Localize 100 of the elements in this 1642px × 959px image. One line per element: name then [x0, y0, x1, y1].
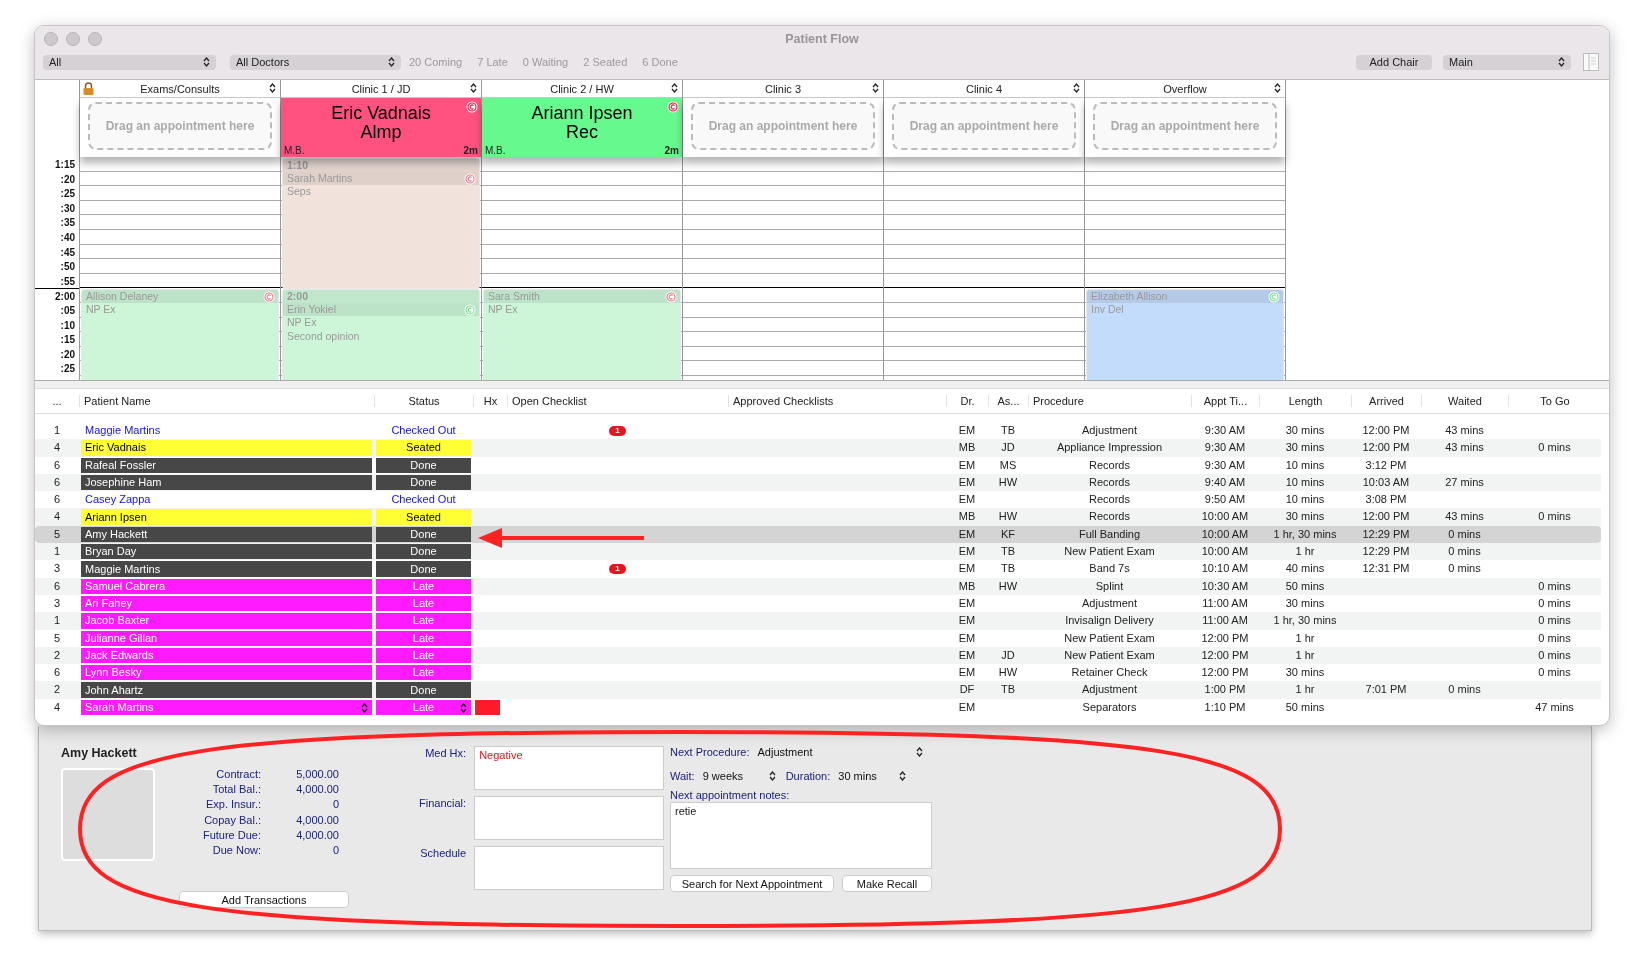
search-button[interactable]: Search for Next Appointment [670, 875, 834, 892]
notes-field[interactable]: retie [670, 802, 932, 869]
table-cell: 3:12 PM [1365, 458, 1407, 471]
window-control-button[interactable] [88, 32, 102, 46]
dropdown[interactable]: 30 mins [838, 770, 907, 782]
row-number: 6 [52, 665, 62, 681]
doctor-initials: M.B. [284, 145, 305, 156]
patient-name-cell[interactable]: Maggie Martins [81, 561, 372, 577]
table-cell: New Patient Exam [1064, 545, 1155, 558]
column-header[interactable]: Status [374, 395, 473, 407]
time-label: :50 [60, 261, 75, 273]
table-cell: DF [959, 683, 975, 696]
field-label: Total Bal.: [211, 782, 261, 798]
column-header[interactable]: Dr. [946, 395, 988, 407]
status-cell[interactable]: Done [376, 457, 471, 473]
patient-name-cell[interactable]: Bryan Day [81, 544, 372, 560]
column-header[interactable]: Hx [473, 395, 507, 407]
notes-field[interactable] [474, 796, 664, 840]
view-dropdown[interactable]: Main [1443, 54, 1571, 70]
appointment-note: Second opinion [286, 329, 361, 344]
row-number: 5 [52, 526, 62, 542]
column-header[interactable]: To Go [1508, 395, 1601, 407]
patient-name-cell[interactable]: Eric Vadnais [81, 440, 372, 456]
appointment-note: Seps [286, 185, 312, 199]
table-cell: 50 mins [1285, 579, 1325, 592]
chair-name: Exams/Consults [140, 82, 220, 95]
column-header[interactable]: Appt Ti... [1191, 395, 1259, 407]
row-number: 1 [52, 613, 62, 629]
row-number: 4 [52, 699, 62, 715]
column-header[interactable]: ... [35, 395, 79, 407]
table-cell: New Patient Exam [1064, 631, 1155, 644]
status-cell[interactable]: Done [376, 526, 471, 543]
table-cell: TB [1000, 545, 1016, 558]
status-cell[interactable]: Done [376, 544, 471, 560]
time-label: :10 [60, 319, 75, 331]
filter-dropdown[interactable]: All Doctors [230, 54, 401, 70]
time-label: :55 [60, 275, 75, 287]
row-number: 1 [52, 544, 62, 560]
table-cell: 0 mins [1538, 579, 1571, 592]
table-cell: 0 mins [1538, 648, 1571, 661]
column-header[interactable]: Length [1259, 395, 1351, 407]
checklist-badge[interactable]: 1 [609, 564, 626, 575]
status-cell[interactable]: Done [376, 474, 471, 491]
add-chair-button[interactable]: Add Chair [1356, 54, 1432, 70]
table-cell: JD [1001, 648, 1015, 661]
window-control-button[interactable] [44, 32, 58, 46]
row-number: 6 [52, 492, 62, 508]
notes-field[interactable] [474, 846, 664, 890]
column-header[interactable]: Waited [1421, 395, 1508, 407]
status-cell[interactable]: Seated [376, 440, 471, 456]
notes-field[interactable]: Negative [474, 746, 664, 790]
table-cell: 12:00 PM [1362, 510, 1410, 523]
time-label: 1:15 [55, 159, 75, 170]
filter-dropdown[interactable]: All [43, 54, 216, 70]
seated-patient-card[interactable]: Eric Vadnais Almp M.B. 2m [281, 98, 481, 157]
patient-name-cell[interactable]: John Ahartz [81, 682, 372, 698]
table-cell: EM [958, 458, 976, 471]
field-label: Wait: [670, 770, 695, 782]
column-header[interactable]: Procedure [1028, 395, 1191, 407]
window-control-button[interactable] [66, 32, 80, 46]
stepper-icon [1073, 83, 1080, 93]
patient-name-cell[interactable]: Rafeal Fossler [81, 457, 372, 473]
stepper-icon [361, 702, 368, 713]
patient-name-cell[interactable]: Josephine Ham [81, 474, 372, 491]
time-label: :45 [60, 246, 75, 258]
table-cell: 40 mins [1285, 562, 1325, 575]
patient-name: Sara Smith [488, 290, 540, 304]
time-label: :40 [60, 231, 75, 243]
table-cell: EM [958, 475, 976, 488]
table-cell: 9:30 AM [1204, 458, 1246, 471]
table-cell: JD [1001, 441, 1015, 454]
split-handle[interactable] [35, 380, 1609, 389]
status-cell[interactable]: Done [376, 682, 471, 698]
column-header[interactable]: Approved Checklists [728, 395, 946, 407]
patient-name-cell[interactable]: Ariann Ipsen [81, 509, 372, 525]
table-cell: 43 mins [1445, 510, 1484, 523]
elapsed-time: 2m [664, 145, 679, 156]
stepper-icon [460, 702, 467, 713]
column-header[interactable]: As... [988, 395, 1028, 407]
table-cell: 0 mins [1448, 545, 1481, 558]
add-transactions-button[interactable]: Add Transactions [179, 891, 349, 909]
status-cell[interactable]: Done [376, 561, 471, 577]
column-header[interactable]: Patient Name [79, 395, 374, 407]
column-header[interactable]: Open Checklist [507, 395, 728, 407]
table-cell: 0 mins [1538, 614, 1571, 627]
table-cell: 1:00 PM [1204, 683, 1246, 696]
time-label: :20 [60, 348, 75, 360]
checklist-badge[interactable]: 1 [609, 426, 626, 437]
table-cell: 10:00 AM [1201, 527, 1249, 540]
make-recall-button[interactable]: Make Recall [842, 875, 932, 892]
seated-patient-card[interactable]: Ariann Ipsen Rec M.B. 2m [482, 98, 682, 157]
patient-name: Erin Yokiel [287, 303, 337, 317]
patient-name-cell[interactable]: Amy Hackett [81, 526, 372, 543]
table-cell: Adjustment [1082, 424, 1137, 436]
column-header[interactable]: Arrived [1351, 395, 1421, 407]
status-cell[interactable]: Seated [376, 509, 471, 525]
dropdown[interactable]: Adjustment [757, 746, 924, 758]
stepper-icon [388, 57, 395, 67]
row-number: 6 [52, 457, 62, 473]
dropdown[interactable]: 9 weeks [702, 770, 776, 782]
